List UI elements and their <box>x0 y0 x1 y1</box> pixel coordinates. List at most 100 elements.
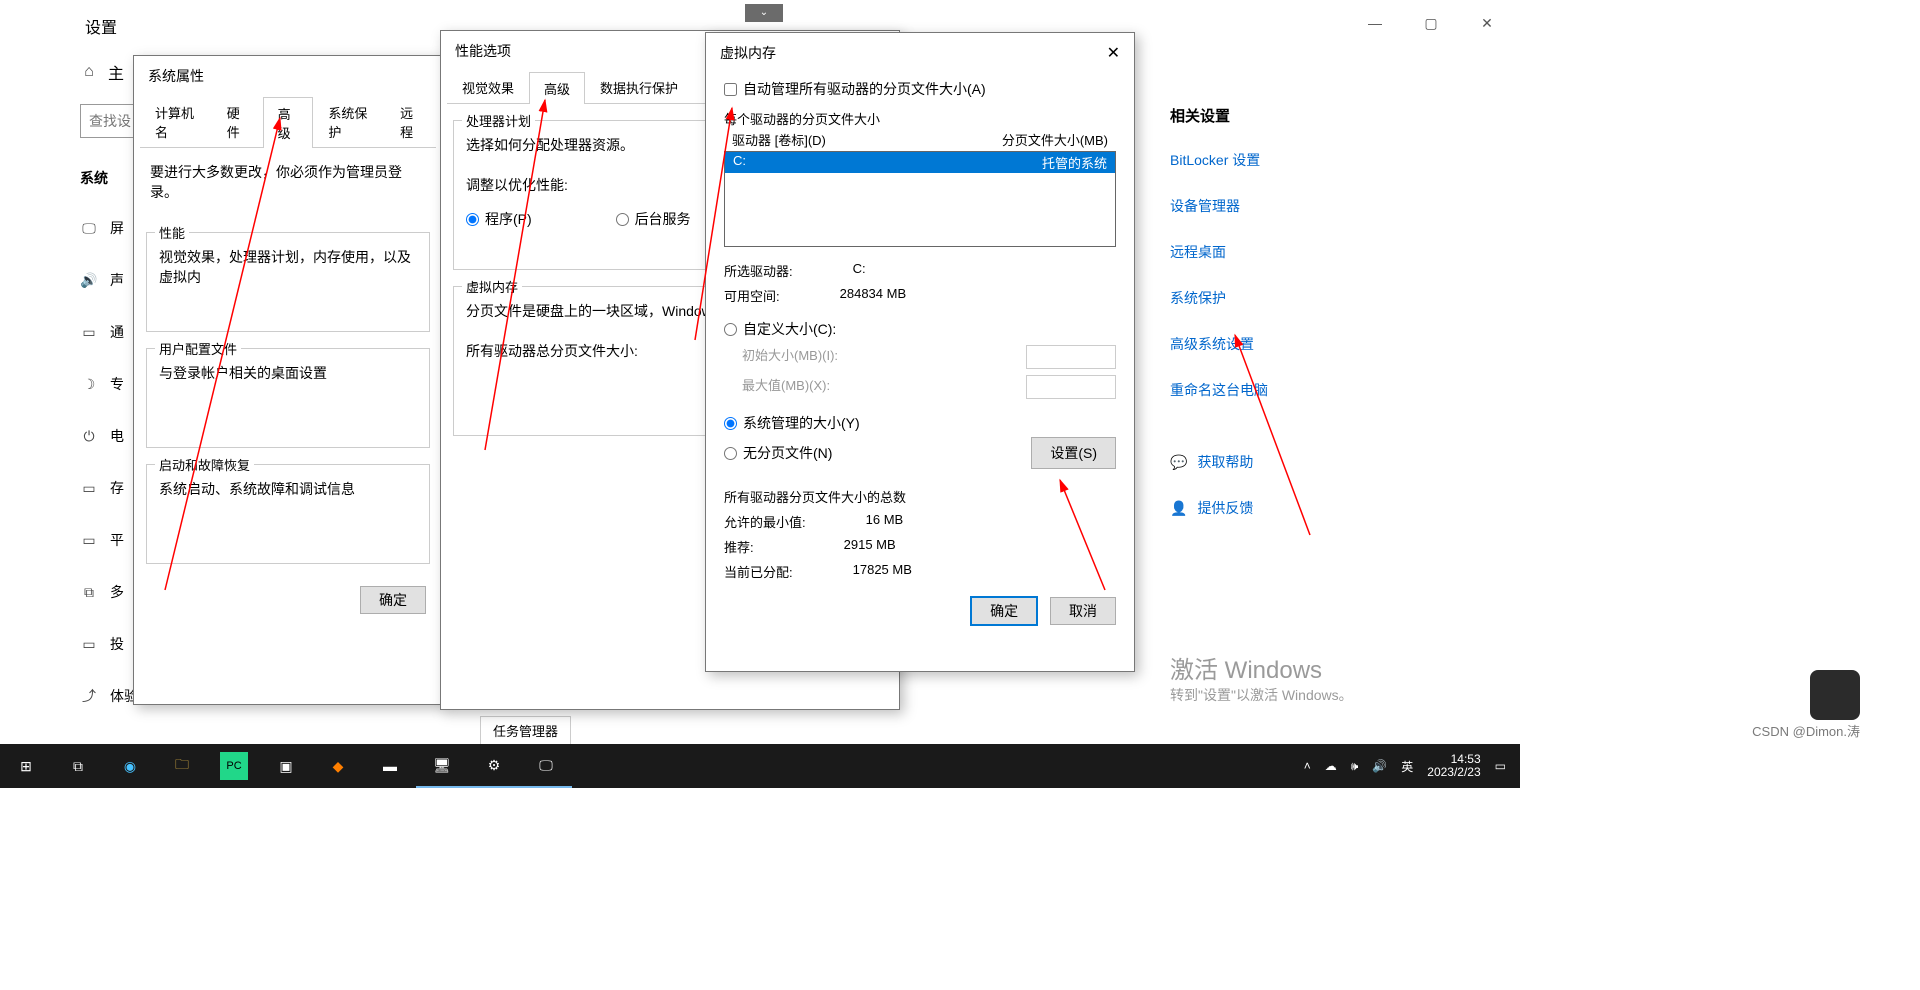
floating-widget[interactable] <box>1810 670 1860 720</box>
link-system-protection[interactable]: 系统保护 <box>1170 288 1470 308</box>
radio-programs[interactable]: 程序(P) <box>466 209 532 229</box>
action-center-icon[interactable]: ▭ <box>1495 759 1506 773</box>
link-get-help[interactable]: 💬获取帮助 <box>1170 452 1470 472</box>
vmem-cancel-button[interactable]: 取消 <box>1050 597 1116 625</box>
link-advanced-system[interactable]: 高级系统设置 <box>1170 334 1470 354</box>
ime-indicator[interactable]: 英 <box>1401 758 1413 775</box>
radio-services[interactable]: 后台服务 <box>616 209 691 229</box>
tab-advanced[interactable]: 高级 <box>263 97 314 148</box>
sound-icon: 🔊 <box>80 272 98 289</box>
power-icon: ⏻ <box>80 428 98 445</box>
tray-volume-icon[interactable]: 🔊 <box>1372 759 1387 773</box>
min-label: 允许的最小值: <box>724 512 806 531</box>
size-col-header: 分页文件大小(MB) <box>1002 130 1108 149</box>
task-view-button[interactable]: ⧉ <box>52 744 104 788</box>
radio-custom-size[interactable]: 自定义大小(C): <box>724 319 836 339</box>
tab-hardware[interactable]: 硬件 <box>212 96 263 147</box>
notify-icon: ▭ <box>80 324 98 341</box>
explorer-icon[interactable]: 🗀 <box>156 744 208 788</box>
sysprops-ok-button[interactable]: 确定 <box>360 586 426 614</box>
multitask-icon: ⧉ <box>80 584 98 601</box>
tab-protection[interactable]: 系统保护 <box>313 96 385 147</box>
edge-icon[interactable]: ◉ <box>104 744 156 788</box>
vm-group-title: 虚拟内存 <box>462 277 522 296</box>
home-label: 主 <box>108 60 124 84</box>
link-bitlocker[interactable]: BitLocker 设置 <box>1170 150 1470 170</box>
tab-computer-name[interactable]: 计算机名 <box>140 96 212 147</box>
system-properties-dialog: 系统属性 计算机名 硬件 高级 系统保护 远程 要进行大多数更改，你必须作为管理… <box>133 55 443 705</box>
tray-chevron-icon[interactable]: ˄ <box>1304 759 1311 773</box>
tab-remote[interactable]: 远程 <box>385 96 436 147</box>
min-value: 16 MB <box>866 512 1116 531</box>
start-button[interactable]: ⊞ <box>0 744 52 788</box>
totals-heading: 所有驱动器分页文件大小的总数 <box>724 487 1116 506</box>
app-icon-1[interactable]: ◆ <box>312 744 364 788</box>
terminal-icon[interactable]: ▣ <box>260 744 312 788</box>
close-button[interactable]: ✕ <box>1474 10 1500 36</box>
clock[interactable]: 14:53 2023/2/23 <box>1427 753 1480 779</box>
drive-col-header: 驱动器 [卷标](D) <box>732 130 826 149</box>
link-remote-desktop[interactable]: 远程桌面 <box>1170 242 1470 262</box>
pycharm-icon[interactable]: PC <box>220 752 248 780</box>
auto-manage-checkbox[interactable]: 自动管理所有驱动器的分页文件大小(A) <box>724 79 986 99</box>
link-feedback[interactable]: 👤提供反馈 <box>1170 498 1470 518</box>
tablet-icon: ▭ <box>80 532 98 549</box>
settings-title: 设置 <box>85 14 117 38</box>
link-device-manager[interactable]: 设备管理器 <box>1170 196 1470 216</box>
initial-size-label: 初始大小(MB)(I): <box>742 345 838 369</box>
settings-taskbar-icon[interactable]: ⚙ <box>468 744 520 788</box>
watermark: CSDN @Dimon.涛 <box>1752 721 1860 740</box>
initial-size-input <box>1026 345 1116 369</box>
profile-group-title: 用户配置文件 <box>155 339 241 358</box>
drive-row-c[interactable]: C:托管的系统 <box>725 152 1115 173</box>
activate-windows: 激活 Windows 转到"设置"以激活 Windows。 <box>1170 650 1353 705</box>
radio-no-paging[interactable]: 无分页文件(N) <box>724 443 832 463</box>
related-heading: 相关设置 <box>1170 105 1470 126</box>
home-icon: ⌂ <box>80 63 98 81</box>
max-size-label: 最大值(MB)(X): <box>742 375 830 399</box>
task-manager-tab[interactable]: 任务管理器 <box>480 716 571 745</box>
cur-label: 当前已分配: <box>724 562 793 581</box>
storage-icon: ▭ <box>80 480 98 497</box>
max-size-input <box>1026 375 1116 399</box>
share-icon: ⤴ <box>80 686 98 706</box>
display-icon: 🖵 <box>80 220 98 237</box>
perf-group-title: 性能 <box>155 223 189 242</box>
dropdown-chip[interactable]: ⌄ <box>745 4 783 22</box>
virtual-memory-dialog: 虚拟内存 ✕ 自动管理所有驱动器的分页文件大小(A) 每个驱动器的分页文件大小 … <box>705 32 1135 672</box>
radio-system-managed[interactable]: 系统管理的大小(Y) <box>724 413 860 433</box>
free-space-label: 可用空间: <box>724 286 780 305</box>
feedback-icon: 👤 <box>1170 500 1187 517</box>
moon-icon: ☽ <box>80 376 98 393</box>
tray-network-icon[interactable]: 🕪 <box>1351 759 1359 774</box>
rec-label: 推荐: <box>724 537 754 556</box>
cur-value: 17825 MB <box>853 562 1116 581</box>
tab-perf-advanced[interactable]: 高级 <box>529 72 585 104</box>
help-icon: 💬 <box>1170 454 1187 471</box>
perf-desc: 视觉效果，处理器计划，内存使用，以及虚拟内 <box>159 247 417 287</box>
sysprops-title: 系统属性 <box>134 56 442 96</box>
maximize-button[interactable]: ▢ <box>1418 10 1444 36</box>
startup-desc: 系统启动、系统故障和调试信息 <box>159 479 417 499</box>
each-drive-label: 每个驱动器的分页文件大小 <box>724 109 1116 128</box>
drive-list[interactable]: C:托管的系统 <box>724 151 1116 247</box>
admin-note: 要进行大多数更改，你必须作为管理员登录。 <box>134 148 442 216</box>
startup-group-title: 启动和故障恢复 <box>155 455 254 474</box>
sysinfo-icon[interactable]: 🖥 <box>416 744 468 788</box>
project-icon: ▭ <box>80 636 98 653</box>
free-space-value: 284834 MB <box>840 286 1116 305</box>
link-rename-pc[interactable]: 重命名这台电脑 <box>1170 380 1470 400</box>
profile-desc: 与登录帐户相关的桌面设置 <box>159 363 417 383</box>
cpu-plan-title: 处理器计划 <box>462 111 535 130</box>
taskbar: ⊞ ⧉ ◉ 🗀 PC ▣ ◆ ▬ 🖥 ⚙ 🖵 ˄ ☁ 🕪 🔊 英 14:53 2… <box>0 744 1520 788</box>
control-panel-icon[interactable]: 🖵 <box>520 744 572 788</box>
tab-dep[interactable]: 数据执行保护 <box>585 71 693 103</box>
tray-cloud-icon[interactable]: ☁ <box>1325 759 1337 773</box>
tab-visual[interactable]: 视觉效果 <box>447 71 529 103</box>
selected-drive-label: 所选驱动器: <box>724 261 793 280</box>
vmem-ok-button[interactable]: 确定 <box>970 596 1038 626</box>
vmem-close-button[interactable]: ✕ <box>1107 43 1120 63</box>
cmd-icon[interactable]: ▬ <box>364 744 416 788</box>
minimize-button[interactable]: — <box>1362 10 1388 36</box>
set-button[interactable]: 设置(S) <box>1031 437 1116 469</box>
